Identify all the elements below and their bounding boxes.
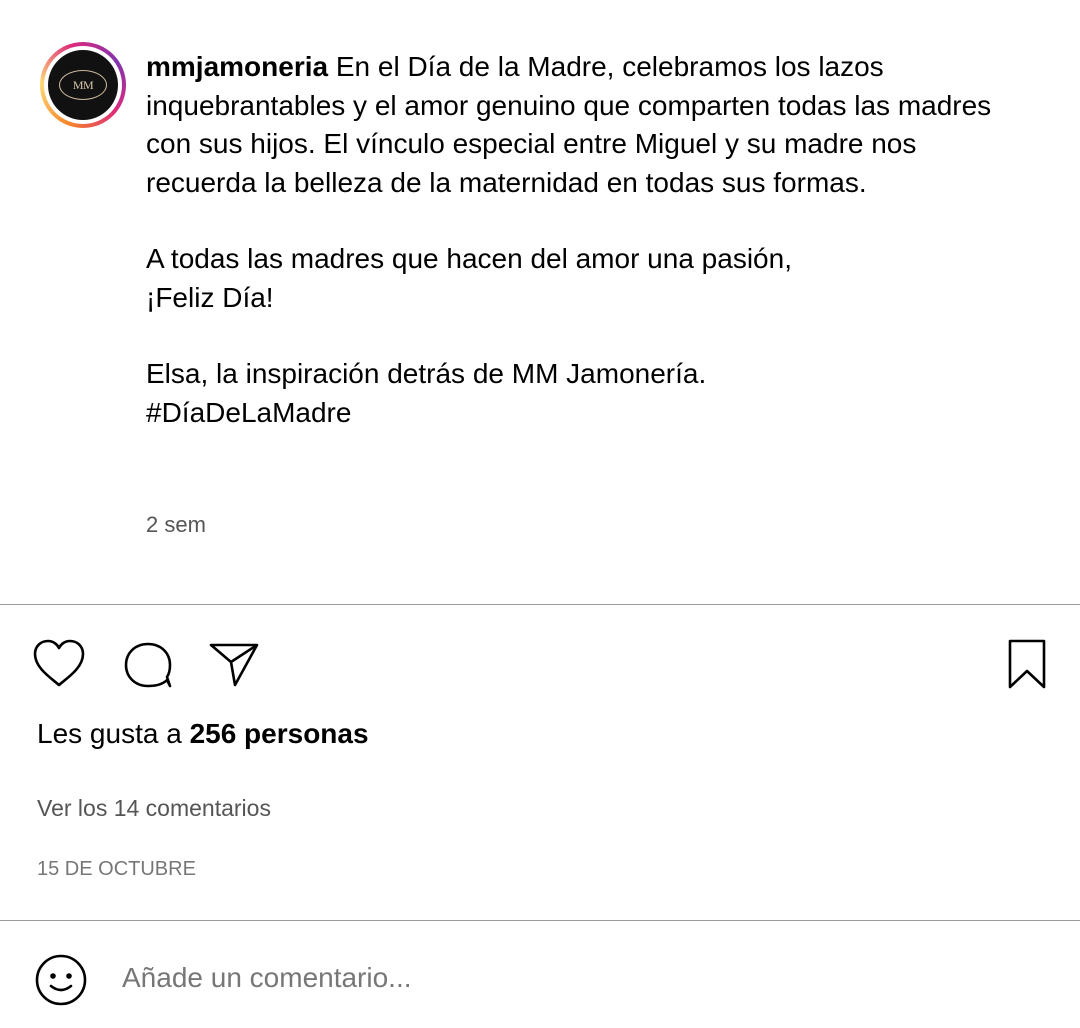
paper-plane-icon[interactable]	[206, 636, 262, 692]
caption-paragraph-2: A todas las madres que hacen del amor un…	[146, 240, 1006, 317]
caption-paragraph-3: Elsa, la inspiración detrás de MM Jamone…	[146, 355, 1006, 432]
caption-text-3a: Elsa, la inspiración detrás de MM Jamone…	[146, 358, 707, 389]
caption-paragraph-1: mmjamoneria En el Día de la Madre, celeb…	[146, 48, 1006, 202]
comment-input[interactable]	[122, 956, 1022, 1000]
view-comments-link[interactable]: Ver los 14 comentarios	[37, 795, 271, 822]
action-bar	[0, 636, 1080, 696]
divider-top	[0, 604, 1080, 605]
caption-text-2b: ¡Feliz Día!	[146, 281, 274, 313]
bookmark-icon[interactable]	[999, 636, 1055, 692]
post-date: 15 DE OCTUBRE	[37, 858, 196, 880]
hashtag-link[interactable]: #DíaDeLaMadre	[146, 397, 351, 428]
caption-text-2a: A todas las madres que hacen del amor un…	[146, 243, 792, 274]
comment-bubble-icon[interactable]	[121, 636, 177, 692]
likes-count[interactable]: Les gusta a 256 personas	[37, 718, 369, 750]
divider-bottom	[0, 920, 1080, 921]
avatar-story-ring[interactable]: MM	[40, 42, 126, 128]
avatar-logo-text: MM	[72, 77, 94, 92]
avatar[interactable]: MM	[48, 50, 118, 120]
avatar-logo: MM	[59, 70, 107, 100]
smiley-icon[interactable]	[33, 952, 89, 1008]
post-time-ago: 2 sem	[146, 512, 206, 537]
likes-prefix: Les gusta a	[37, 718, 182, 749]
comment-bar	[0, 922, 1080, 1028]
heart-icon[interactable]	[31, 636, 87, 692]
likes-count-value[interactable]: 256 personas	[190, 718, 369, 749]
username-link[interactable]: mmjamoneria	[146, 51, 328, 82]
caption: mmjamoneria En el Día de la Madre, celeb…	[146, 48, 1006, 432]
